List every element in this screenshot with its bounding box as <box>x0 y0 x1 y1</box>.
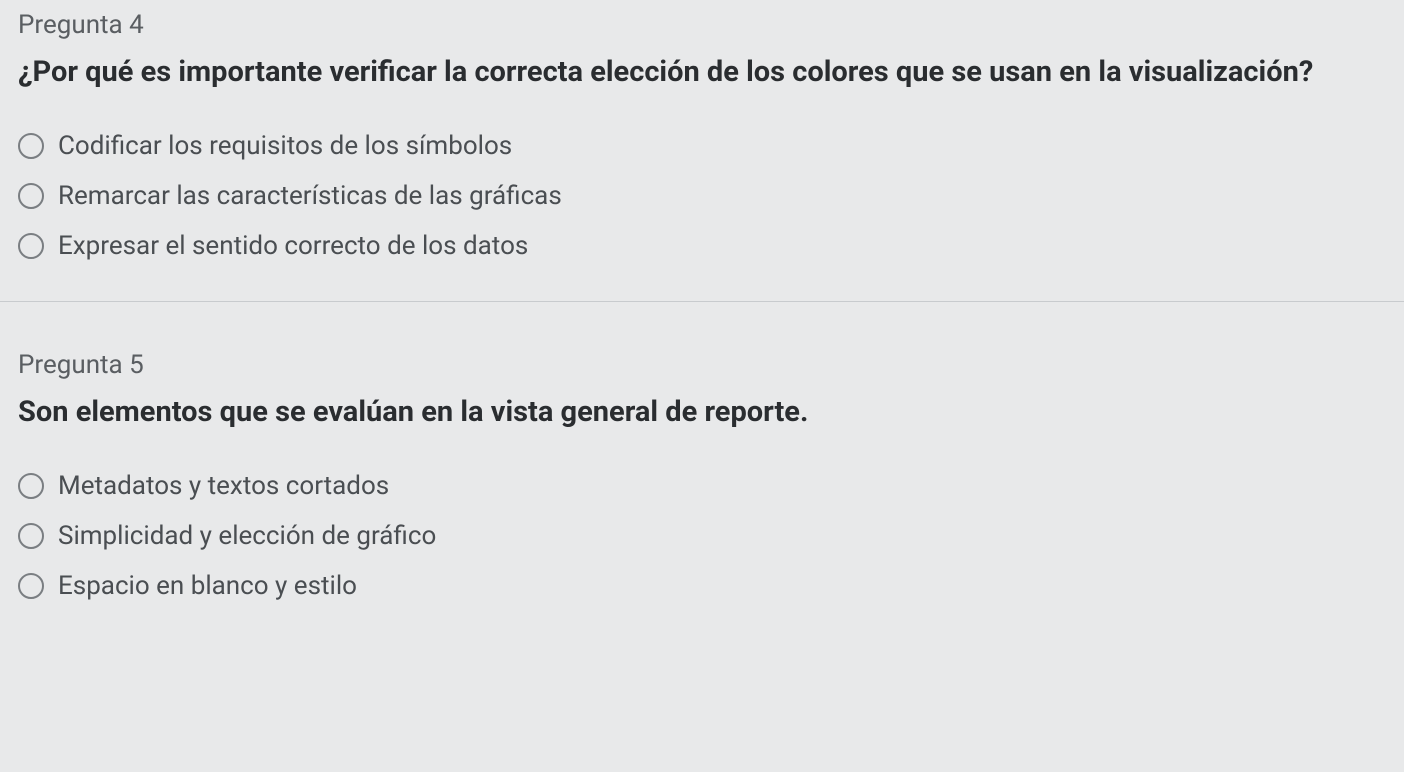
radio-icon[interactable] <box>18 133 44 159</box>
question-5-options: Metadatos y textos cortados Simplicidad … <box>18 471 1386 601</box>
question-4-block: Pregunta 4 ¿Por qué es importante verifi… <box>0 0 1404 302</box>
question-5-block: Pregunta 5 Son elementos que se evalúan … <box>0 302 1404 631</box>
option-label: Espacio en blanco y estilo <box>58 571 357 601</box>
question-5-text: Son elementos que se evalúan en la vista… <box>18 390 1386 435</box>
option-label: Expresar el sentido correcto de los dato… <box>58 231 528 261</box>
question-5-option-2[interactable]: Simplicidad y elección de gráfico <box>18 521 1386 551</box>
option-label: Remarcar las características de las gráf… <box>58 181 562 211</box>
option-label: Metadatos y textos cortados <box>58 471 389 501</box>
option-label: Simplicidad y elección de gráfico <box>58 521 436 551</box>
question-4-option-2[interactable]: Remarcar las características de las gráf… <box>18 181 1386 211</box>
question-4-option-1[interactable]: Codificar los requisitos de los símbolos <box>18 131 1386 161</box>
question-4-label: Pregunta 4 <box>18 10 1386 40</box>
question-4-option-3[interactable]: Expresar el sentido correcto de los dato… <box>18 231 1386 261</box>
radio-icon[interactable] <box>18 523 44 549</box>
radio-icon[interactable] <box>18 183 44 209</box>
question-5-option-1[interactable]: Metadatos y textos cortados <box>18 471 1386 501</box>
question-4-text: ¿Por qué es importante verificar la corr… <box>18 50 1386 95</box>
radio-icon[interactable] <box>18 473 44 499</box>
radio-icon[interactable] <box>18 233 44 259</box>
question-5-label: Pregunta 5 <box>18 350 1386 380</box>
option-label: Codificar los requisitos de los símbolos <box>58 131 512 161</box>
question-5-option-3[interactable]: Espacio en blanco y estilo <box>18 571 1386 601</box>
radio-icon[interactable] <box>18 573 44 599</box>
question-4-options: Codificar los requisitos de los símbolos… <box>18 131 1386 261</box>
